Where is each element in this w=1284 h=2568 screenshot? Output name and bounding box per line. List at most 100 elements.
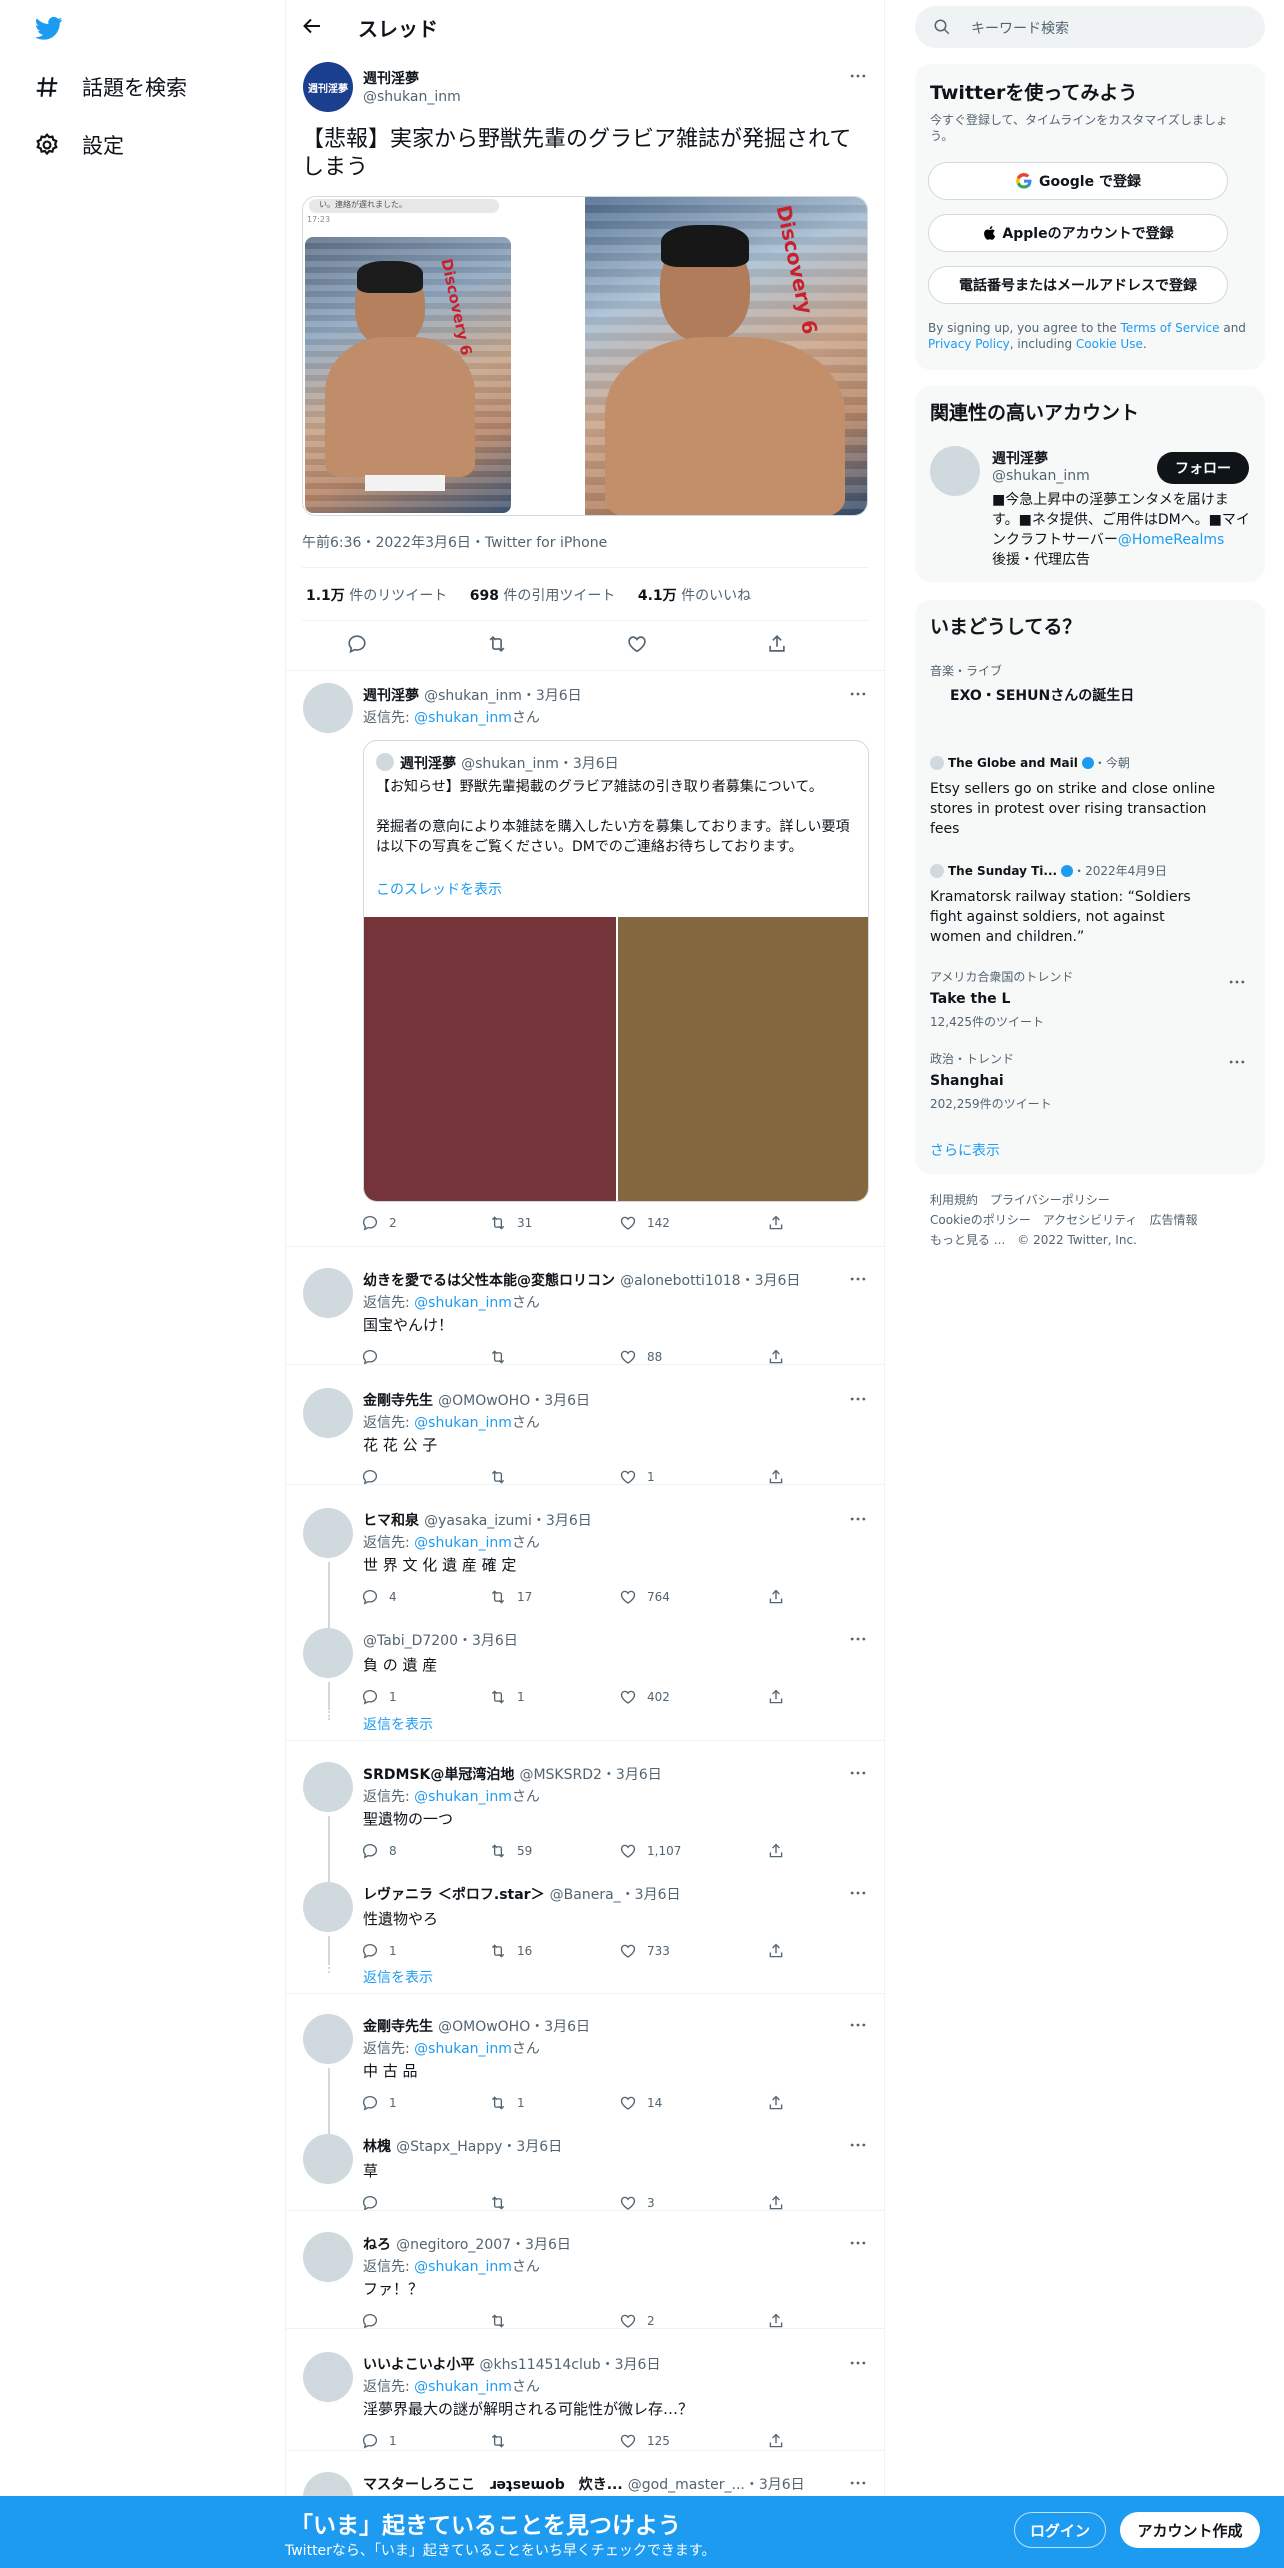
like-button[interactable]: 733 bbox=[619, 1942, 670, 1960]
show-replies-link[interactable]: 返信を表示 bbox=[363, 1714, 433, 1734]
avatar[interactable] bbox=[303, 1882, 353, 1932]
avatar[interactable] bbox=[303, 2134, 353, 2184]
login-button[interactable]: ログイン bbox=[1014, 2512, 1106, 2548]
arrow-left-icon[interactable] bbox=[300, 14, 324, 42]
share-button[interactable] bbox=[767, 1588, 795, 1606]
follow-button[interactable]: フォロー bbox=[1157, 452, 1249, 484]
avatar[interactable] bbox=[303, 1268, 353, 1318]
show-more-link[interactable]: さらに表示 bbox=[930, 1140, 1000, 1160]
show-replies-link[interactable]: 返信を表示 bbox=[363, 1967, 433, 1987]
footer-link[interactable]: アクセシビリティ bbox=[1043, 1213, 1138, 1227]
more-icon[interactable] bbox=[848, 1883, 868, 1903]
footer-link[interactable]: プライバシーポリシー bbox=[990, 1193, 1110, 1207]
retweet-button[interactable]: 59 bbox=[489, 1842, 532, 1860]
share-button[interactable] bbox=[767, 2094, 795, 2112]
avatar[interactable] bbox=[303, 1508, 353, 1558]
reply-button[interactable]: 1 bbox=[361, 1942, 397, 1960]
avatar[interactable] bbox=[303, 1762, 353, 1812]
like-button[interactable]: 1,107 bbox=[619, 1842, 681, 1860]
more-icon[interactable] bbox=[848, 2233, 868, 2253]
like-count-link[interactable]: 4.1万 件のいいね bbox=[638, 588, 751, 604]
retweet-count-link[interactable]: 1.1万 件のリツイート bbox=[306, 588, 447, 604]
avatar[interactable] bbox=[303, 683, 353, 733]
related-handle[interactable]: @shukan_inm bbox=[992, 468, 1090, 484]
share-button[interactable] bbox=[767, 1214, 795, 1232]
retweet-button[interactable]: 17 bbox=[489, 1588, 532, 1606]
apple-signup-button[interactable]: Appleのアカウントで登録 bbox=[928, 214, 1228, 252]
like-button[interactable]: 764 bbox=[619, 1588, 670, 1606]
more-icon[interactable] bbox=[848, 2353, 868, 2373]
cookie-link[interactable]: Cookie Use bbox=[1076, 337, 1143, 351]
avatar[interactable] bbox=[303, 2014, 353, 2064]
avatar[interactable] bbox=[303, 1388, 353, 1438]
more-icon[interactable] bbox=[848, 1763, 868, 1783]
news-item[interactable]: The Globe and Mail ・今朝 Etsy sellers go on… bbox=[930, 754, 1220, 839]
avatar[interactable] bbox=[303, 1628, 353, 1678]
retweet-button[interactable]: 16 bbox=[489, 1942, 532, 1960]
more-icon[interactable] bbox=[848, 1269, 868, 1289]
footer-link[interactable]: 利用規約 bbox=[930, 1193, 978, 1207]
more-icon[interactable] bbox=[848, 1509, 868, 1529]
share-button[interactable] bbox=[767, 1688, 795, 1706]
share-button[interactable] bbox=[767, 1942, 795, 1960]
privacy-link[interactable]: Privacy Policy bbox=[928, 337, 1010, 351]
twitter-bird-icon[interactable] bbox=[34, 14, 64, 46]
avatar[interactable] bbox=[303, 2352, 353, 2402]
news-item[interactable]: The Sunday Ti... ・2022年4月9日 Kramatorsk ra… bbox=[930, 862, 1220, 947]
reply-button[interactable]: 1 bbox=[361, 1688, 397, 1706]
google-signup-button[interactable]: Google で登録 bbox=[928, 162, 1228, 200]
nav-explore[interactable]: 話題を検索 bbox=[34, 72, 187, 102]
like-button[interactable]: 142 bbox=[619, 1214, 670, 1232]
terms-link[interactable]: Terms of Service bbox=[1121, 321, 1220, 335]
reply-button[interactable]: 2 bbox=[361, 1214, 397, 1232]
retweet-button[interactable]: 1 bbox=[489, 2094, 525, 2112]
avatar[interactable] bbox=[930, 446, 980, 496]
retweet-button[interactable]: 1 bbox=[489, 1688, 525, 1706]
more-icon[interactable] bbox=[1227, 972, 1247, 992]
more-icon[interactable] bbox=[848, 66, 868, 86]
more-icon[interactable] bbox=[848, 1629, 868, 1649]
tweet-timestamp[interactable]: 午前6:36・2022年3月6日・Twitter for iPhone bbox=[302, 532, 607, 552]
author-handle[interactable]: @shukan_inm bbox=[363, 89, 461, 105]
reply-icon[interactable] bbox=[346, 633, 368, 655]
show-thread-link[interactable]: このスレッドを表示 bbox=[376, 879, 502, 899]
quote-count-link[interactable]: 698 件の引用ツイート bbox=[470, 588, 616, 604]
trend-item[interactable]: 政治・トレンド Shanghai 202,259件のツイート bbox=[930, 1050, 1052, 1112]
reply-button[interactable]: 4 bbox=[361, 1588, 397, 1606]
trend-item[interactable]: 音楽・ライブ EXO・SEHUNさんの誕生日 bbox=[930, 662, 1134, 705]
share-icon[interactable] bbox=[766, 633, 788, 655]
more-icon[interactable] bbox=[848, 2473, 868, 2493]
reply-button[interactable]: 1 bbox=[361, 2094, 397, 2112]
avatar[interactable]: 週刊淫夢 bbox=[303, 62, 353, 112]
nav-settings[interactable]: 設定 bbox=[34, 130, 124, 160]
retweet-icon[interactable] bbox=[486, 633, 508, 655]
like-icon[interactable] bbox=[626, 633, 648, 655]
quoted-image-2[interactable] bbox=[618, 917, 868, 1201]
share-button[interactable] bbox=[767, 1842, 795, 1860]
quoted-tweet[interactable]: 週刊淫夢 @shukan_inm・3月6日 【お知らせ】野獣先輩掲載のグラビア雑… bbox=[363, 740, 869, 1202]
more-icon[interactable] bbox=[848, 684, 868, 704]
search-input[interactable]: キーワード検索 bbox=[915, 6, 1265, 48]
footer-link[interactable]: 広告情報 bbox=[1149, 1213, 1197, 1227]
footer-link[interactable]: もっと見る ... bbox=[930, 1233, 1005, 1247]
more-icon[interactable] bbox=[1227, 1052, 1247, 1072]
retweet-button[interactable] bbox=[489, 2432, 517, 2450]
like-button[interactable]: 14 bbox=[619, 2094, 662, 2112]
more-icon[interactable] bbox=[848, 2015, 868, 2035]
more-icon[interactable] bbox=[848, 2135, 868, 2155]
like-button[interactable]: 125 bbox=[619, 2432, 670, 2450]
author-name[interactable]: 週刊淫夢 bbox=[363, 68, 419, 88]
more-icon[interactable] bbox=[848, 1389, 868, 1409]
phone-email-signup-button[interactable]: 電話番号またはメールアドレスで登録 bbox=[928, 266, 1228, 304]
avatar[interactable] bbox=[303, 2232, 353, 2282]
footer-link[interactable]: Cookieのポリシー bbox=[930, 1213, 1031, 1227]
signup-button[interactable]: アカウント作成 bbox=[1120, 2512, 1260, 2548]
reply-button[interactable]: 8 bbox=[361, 1842, 397, 1860]
quoted-image-1[interactable] bbox=[364, 917, 616, 1201]
retweet-button[interactable]: 31 bbox=[489, 1214, 532, 1232]
reply-button[interactable]: 1 bbox=[361, 2432, 397, 2450]
related-name[interactable]: 週刊淫夢 bbox=[992, 448, 1048, 468]
trend-item[interactable]: アメリカ合衆国のトレンド Take the L 12,425件のツイート bbox=[930, 968, 1073, 1030]
tweet-media[interactable]: い。連絡が遅れました。 17:23 Discovery 6 Discovery … bbox=[302, 196, 868, 516]
like-button[interactable]: 402 bbox=[619, 1688, 670, 1706]
